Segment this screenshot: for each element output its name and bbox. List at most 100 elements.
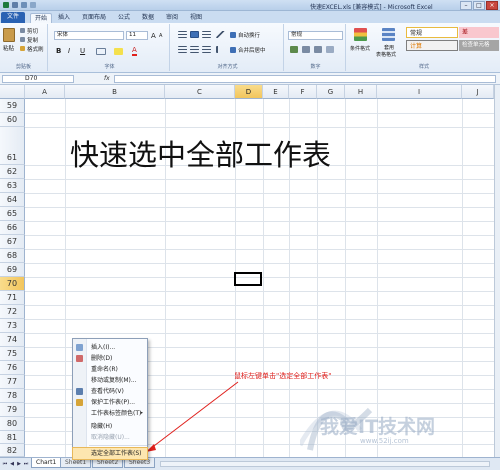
italic-button[interactable]: I — [68, 47, 70, 55]
undo-icon[interactable] — [21, 2, 27, 8]
row-header[interactable]: 80 — [0, 417, 25, 431]
table-format-button-line2[interactable]: 表格格式 — [376, 51, 396, 58]
menu-item-delete[interactable]: 删除(D) — [73, 353, 147, 364]
border-icon[interactable] — [96, 48, 106, 55]
conditional-format-icon[interactable] — [354, 28, 367, 41]
fill-color-icon[interactable] — [114, 48, 123, 55]
row-header[interactable]: 66 — [0, 221, 25, 235]
decimal-icon[interactable] — [326, 46, 334, 53]
row-header[interactable]: 64 — [0, 193, 25, 207]
wrap-text-icon[interactable] — [230, 32, 236, 38]
column-header[interactable]: A — [25, 85, 65, 99]
row-header[interactable]: 79 — [0, 403, 25, 417]
next-sheet-icon[interactable]: ▶ — [16, 460, 22, 468]
row-header[interactable]: 62 — [0, 165, 25, 179]
insert-function-button[interactable]: fx — [104, 75, 110, 82]
row-header-selected[interactable]: 70 — [0, 277, 25, 291]
align-bottom-icon[interactable] — [202, 31, 211, 38]
row-header[interactable]: 77 — [0, 375, 25, 389]
format-painter-button[interactable]: 格式刷 — [27, 45, 44, 53]
percent-icon[interactable] — [302, 46, 310, 53]
menu-item-view-code[interactable]: 查看代码(V) — [73, 386, 147, 397]
font-name-select[interactable]: 宋体 — [54, 31, 124, 40]
row-header[interactable]: 78 — [0, 389, 25, 403]
orientation-icon[interactable] — [216, 31, 225, 38]
merge-center-button[interactable]: 合并后居中 — [238, 46, 266, 54]
align-left-icon[interactable] — [178, 46, 187, 53]
paste-label[interactable]: 粘贴 — [3, 44, 14, 52]
row-header[interactable]: 75 — [0, 347, 25, 361]
tab-data[interactable]: 数据 — [138, 13, 158, 23]
row-header[interactable]: 73 — [0, 319, 25, 333]
menu-item-protect-sheet[interactable]: 保护工作表(P)... — [73, 397, 147, 408]
shrink-font-button[interactable]: A — [159, 33, 162, 39]
column-header[interactable]: H — [345, 85, 377, 99]
indent-icon[interactable] — [216, 46, 225, 53]
conditional-format-button[interactable]: 条件格式 — [350, 45, 370, 52]
copy-button[interactable]: 复制 — [27, 36, 38, 44]
cell-style-check[interactable]: 检查单元格 — [459, 40, 499, 51]
currency-icon[interactable] — [290, 46, 298, 53]
align-right-icon[interactable] — [202, 46, 211, 53]
font-size-select[interactable]: 11 — [126, 31, 148, 40]
font-color-button[interactable]: A — [132, 46, 137, 56]
comma-icon[interactable] — [314, 46, 322, 53]
copy-icon[interactable] — [20, 37, 25, 42]
row-header[interactable]: 82 — [0, 444, 25, 457]
column-header[interactable]: F — [289, 85, 317, 99]
row-header[interactable]: 74 — [0, 333, 25, 347]
prev-sheet-icon[interactable]: ◀ — [9, 460, 15, 468]
paste-icon[interactable] — [3, 28, 15, 42]
wrap-text-button[interactable]: 自动换行 — [238, 31, 260, 39]
active-cell[interactable] — [234, 272, 262, 286]
row-header[interactable]: 59 — [0, 99, 25, 113]
column-header[interactable]: J — [462, 85, 494, 99]
row-header[interactable]: 71 — [0, 291, 25, 305]
cut-icon[interactable] — [20, 28, 25, 33]
tab-formulas[interactable]: 公式 — [114, 13, 134, 23]
row-header[interactable]: 63 — [0, 179, 25, 193]
align-top-icon[interactable] — [178, 31, 187, 38]
cell-style-normal[interactable]: 常规 — [406, 27, 458, 38]
row-header[interactable]: 61 — [0, 127, 25, 165]
grow-font-button[interactable]: A — [151, 32, 156, 40]
redo-icon[interactable] — [30, 2, 36, 8]
select-all-corner[interactable] — [0, 85, 25, 99]
name-box[interactable]: D70 — [2, 75, 74, 83]
tab-home[interactable]: 开始 — [30, 13, 53, 23]
menu-item-insert[interactable]: 插入(I)... — [73, 342, 147, 353]
row-header[interactable]: 81 — [0, 431, 25, 444]
cell-style-calc[interactable]: 计算 — [406, 40, 458, 51]
menu-item-select-all-sheets[interactable]: 选定全部工作表(S) — [72, 447, 148, 460]
minimize-button[interactable]: – — [460, 1, 472, 10]
last-sheet-icon[interactable]: ⏭ — [23, 460, 29, 468]
row-header[interactable]: 60 — [0, 113, 25, 127]
row-header[interactable]: 65 — [0, 207, 25, 221]
tab-file[interactable]: 文件 — [1, 12, 26, 23]
maximize-button[interactable]: □ — [473, 1, 485, 10]
column-header[interactable]: B — [65, 85, 165, 99]
tab-page-layout[interactable]: 页面布局 — [78, 13, 110, 23]
column-header[interactable]: C — [165, 85, 235, 99]
menu-item-hide[interactable]: 隐藏(H) — [73, 421, 147, 432]
sheet-title-text[interactable]: 快速选中全部工作表 — [70, 132, 331, 174]
tab-insert[interactable]: 插入 — [54, 13, 74, 23]
save-icon[interactable] — [12, 2, 18, 8]
table-format-icon[interactable] — [382, 28, 395, 41]
merge-center-icon[interactable] — [230, 47, 236, 53]
menu-item-rename[interactable]: 重命名(R) — [73, 364, 147, 375]
align-middle-icon[interactable] — [190, 31, 199, 38]
formula-input[interactable] — [114, 75, 496, 83]
first-sheet-icon[interactable]: ⏮ — [2, 460, 8, 468]
menu-item-move-copy[interactable]: 移动或复制(M)... — [73, 375, 147, 386]
column-header-selected[interactable]: D — [235, 85, 263, 99]
bold-button[interactable]: B — [56, 47, 61, 55]
column-header[interactable]: I — [377, 85, 462, 99]
column-header[interactable]: G — [317, 85, 345, 99]
row-header[interactable]: 69 — [0, 263, 25, 277]
menu-item-tab-color[interactable]: 工作表标签颜色(T) ▸ — [73, 408, 147, 419]
format-painter-icon[interactable] — [20, 46, 25, 51]
tab-review[interactable]: 审阅 — [162, 13, 182, 23]
number-format-select[interactable]: 常规 — [288, 31, 343, 40]
cell-style-bad[interactable]: 差 — [459, 27, 499, 38]
